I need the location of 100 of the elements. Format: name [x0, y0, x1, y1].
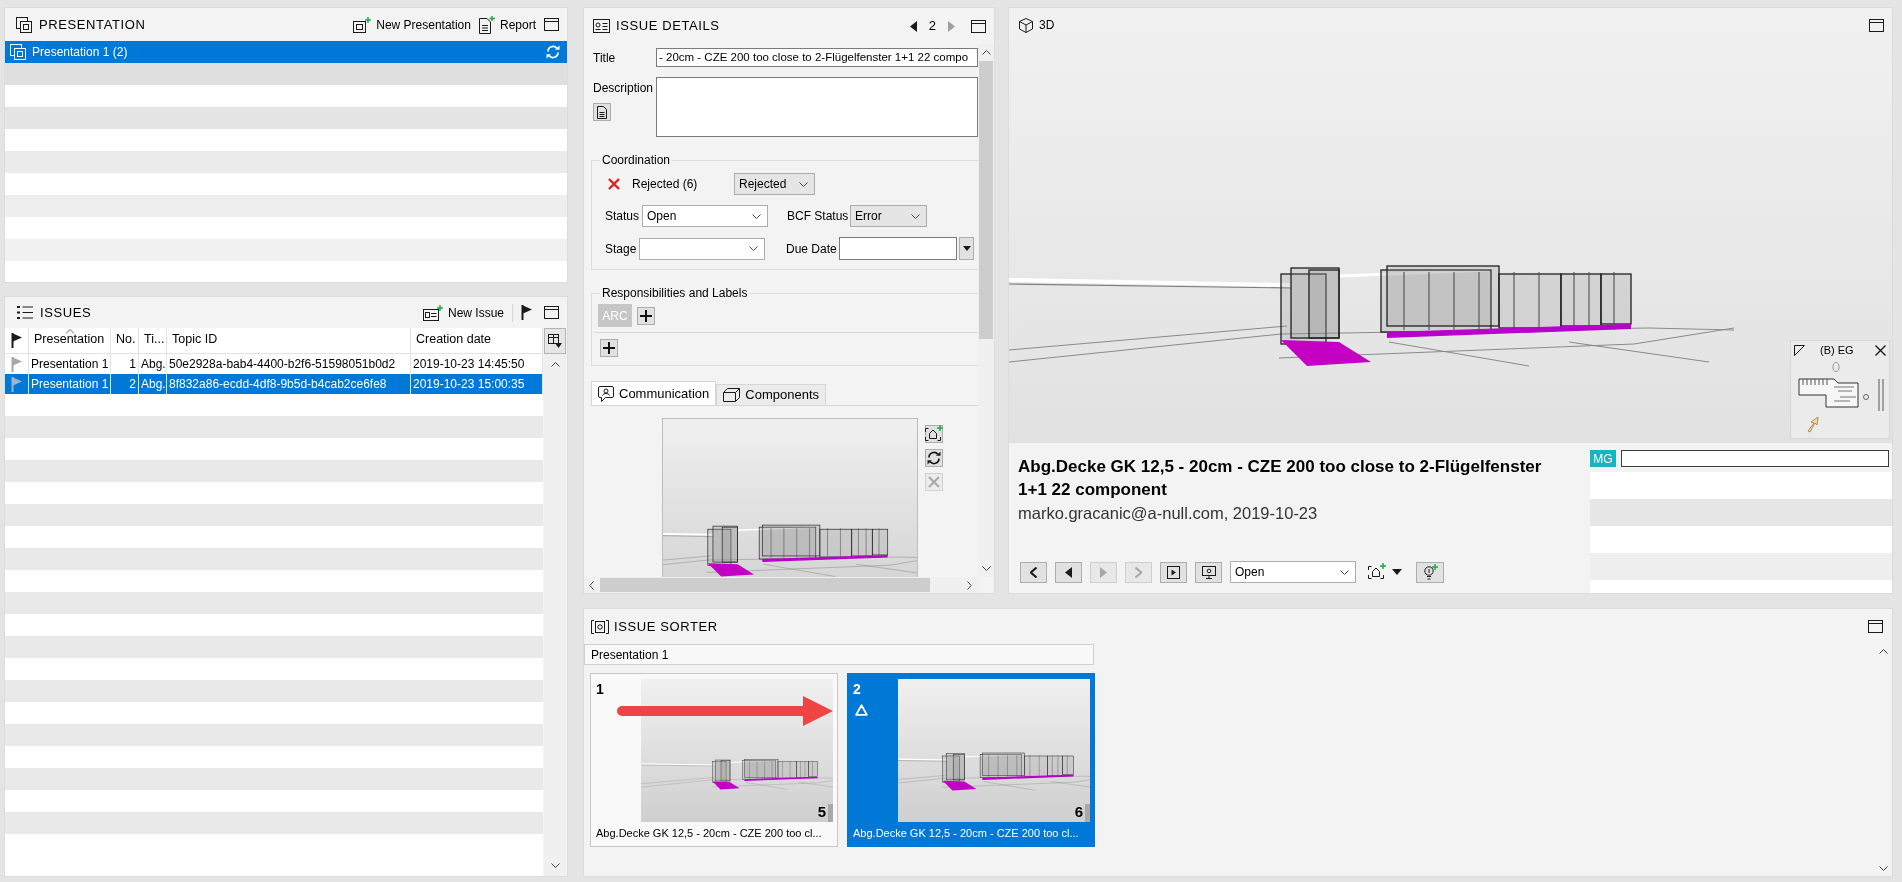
add-idea-button[interactable] — [1416, 561, 1444, 583]
flag-icon[interactable] — [521, 305, 532, 320]
sort-caret-icon — [65, 329, 74, 334]
issue-meta: marko.gracanic@a-null.com, 2019-10-23 — [1018, 503, 1319, 524]
group-header[interactable]: Presentation 1 — [584, 644, 1094, 665]
field-label: Status — [605, 208, 641, 225]
tab[interactable]: Components — [716, 384, 827, 405]
card-number: 2 — [853, 680, 862, 698]
column-chooser-button[interactable] — [544, 328, 566, 354]
field-label: Due Date — [786, 240, 838, 258]
plus-icon — [603, 342, 615, 354]
refresh-icon — [927, 451, 941, 465]
column-header[interactable]: Topic ID — [167, 328, 411, 353]
field-label: Description — [593, 80, 655, 97]
column-header[interactable]: No. — [111, 328, 139, 353]
maximize-icon[interactable] — [971, 19, 986, 33]
previous-button[interactable] — [1055, 561, 1082, 583]
panel-title: ISSUE SORTER — [614, 617, 718, 636]
new-issue-button[interactable]: New Issue — [422, 303, 504, 322]
column-header[interactable]: Ti... — [139, 328, 167, 353]
chevron-down-icon — [550, 863, 560, 868]
add-viewpoint-button[interactable] — [925, 425, 943, 443]
triangle-left-icon — [1065, 566, 1072, 578]
add-responsibility-button[interactable] — [600, 339, 618, 357]
chevron-down-icon — [1879, 866, 1888, 871]
coordination-state: Rejected (6) — [632, 176, 699, 193]
panel-title: ISSUES — [40, 303, 92, 322]
cube-icon — [1019, 17, 1033, 33]
chevron-down-icon — [981, 566, 991, 571]
flag-icon — [11, 333, 22, 348]
document-add-icon — [478, 15, 495, 34]
column-header[interactable]: Creation date — [411, 328, 543, 353]
new-presentation-button[interactable]: New Presentation — [353, 15, 471, 34]
scrollbar-thumb[interactable] — [600, 578, 930, 592]
column-header[interactable]: Presentation — [29, 328, 111, 353]
plus-icon — [640, 309, 652, 322]
issue-card[interactable]: 1 5 Abg.Decke GK 12,5 - 20cm - CZE 200 too cl... — [590, 673, 838, 847]
scrollbar-thumb[interactable] — [979, 61, 993, 339]
id-card-icon — [593, 19, 610, 33]
status-dropdown[interactable]: Open — [1230, 561, 1356, 583]
bcf-status-dropdown[interactable]: Error — [850, 205, 927, 227]
card-caption: Abg.Decke GK 12,5 - 20cm - CZE 200 too cl... — [852, 825, 1080, 841]
camera-frame-icon — [591, 619, 609, 634]
table-row[interactable]: Presentation 1 2 Abg. 8f832a86-ecdd-4df8-9b5d-b4cab2ce6fe8 2019-10-23 15:00:35 — [5, 374, 543, 394]
field-label: Title — [593, 49, 617, 67]
description-field[interactable] — [656, 77, 978, 137]
play-button[interactable] — [1160, 561, 1187, 583]
date-picker-button[interactable] — [959, 237, 974, 260]
corner-triangle-icon[interactable] — [1794, 344, 1805, 356]
maximize-icon[interactable] — [544, 18, 559, 31]
issue-card[interactable]: 2 6 Abg.Decke GK 12,5 - 20cm - CZE 200 too cl... — [847, 673, 1095, 847]
box-icon — [723, 388, 741, 402]
description-template-button[interactable] — [593, 103, 611, 121]
x-icon — [928, 476, 940, 488]
stacked-squares-icon — [10, 44, 26, 60]
report-button[interactable]: Report — [478, 15, 536, 34]
card-caption: Abg.Decke GK 12,5 - 20cm - CZE 200 too cl... — [595, 825, 823, 841]
maximize-icon[interactable] — [1868, 620, 1883, 633]
chevron-down-icon — [799, 181, 808, 187]
stacked-squares-icon — [16, 16, 32, 33]
floor-label: (B) EG — [1820, 342, 1854, 358]
field-label: Stage — [605, 240, 638, 258]
viewpoint-count: 6 — [1074, 803, 1083, 821]
caret-down-icon — [962, 246, 971, 251]
triangle-left-icon[interactable] — [909, 20, 917, 32]
caret-down-icon[interactable] — [1392, 569, 1402, 575]
chevron-down-icon — [1340, 569, 1349, 575]
flag-icon — [11, 356, 22, 372]
comment-field[interactable] — [1621, 450, 1889, 467]
chevron-up-icon — [550, 362, 560, 367]
state-dropdown[interactable]: Rejected — [734, 173, 815, 195]
column-chooser-icon — [548, 334, 562, 348]
scroll-indicator — [828, 804, 833, 822]
panel-title: PRESENTATION — [39, 15, 146, 34]
title-field[interactable]: - 20cm - CZE 200 too close to 2-Flügelfenster 1+1 22 compo — [656, 48, 978, 67]
panel-title: 3D — [1039, 17, 1055, 34]
tab[interactable]: Communication — [591, 381, 717, 405]
due-date-field[interactable] — [839, 237, 957, 260]
chevron-left-icon — [1030, 566, 1037, 578]
capture-add-icon — [925, 425, 943, 443]
maximize-icon[interactable] — [1869, 18, 1884, 32]
play-icon — [1167, 565, 1180, 579]
maximize-icon[interactable] — [544, 306, 559, 319]
add-tag-button[interactable] — [637, 306, 655, 325]
close-icon[interactable] — [1875, 344, 1886, 356]
back-button[interactable] — [1020, 561, 1047, 583]
capture-add-icon — [1368, 563, 1386, 581]
refresh-viewpoint-button[interactable] — [925, 449, 943, 467]
add-card-icon — [422, 304, 443, 321]
author-initials: MG — [1590, 450, 1616, 467]
field-label: BCF Status — [787, 208, 850, 225]
present-button[interactable] — [1195, 561, 1222, 583]
list-icon — [17, 306, 33, 319]
presentation-item[interactable]: Presentation 1 (2) — [5, 41, 567, 63]
chevron-left-icon — [589, 580, 594, 590]
cross-icon — [608, 178, 620, 190]
chevron-right-icon — [967, 580, 972, 590]
chevron-down-icon — [749, 246, 758, 251]
status-dropdown[interactable]: Open — [642, 205, 768, 227]
chevron-up-icon — [1879, 649, 1888, 654]
